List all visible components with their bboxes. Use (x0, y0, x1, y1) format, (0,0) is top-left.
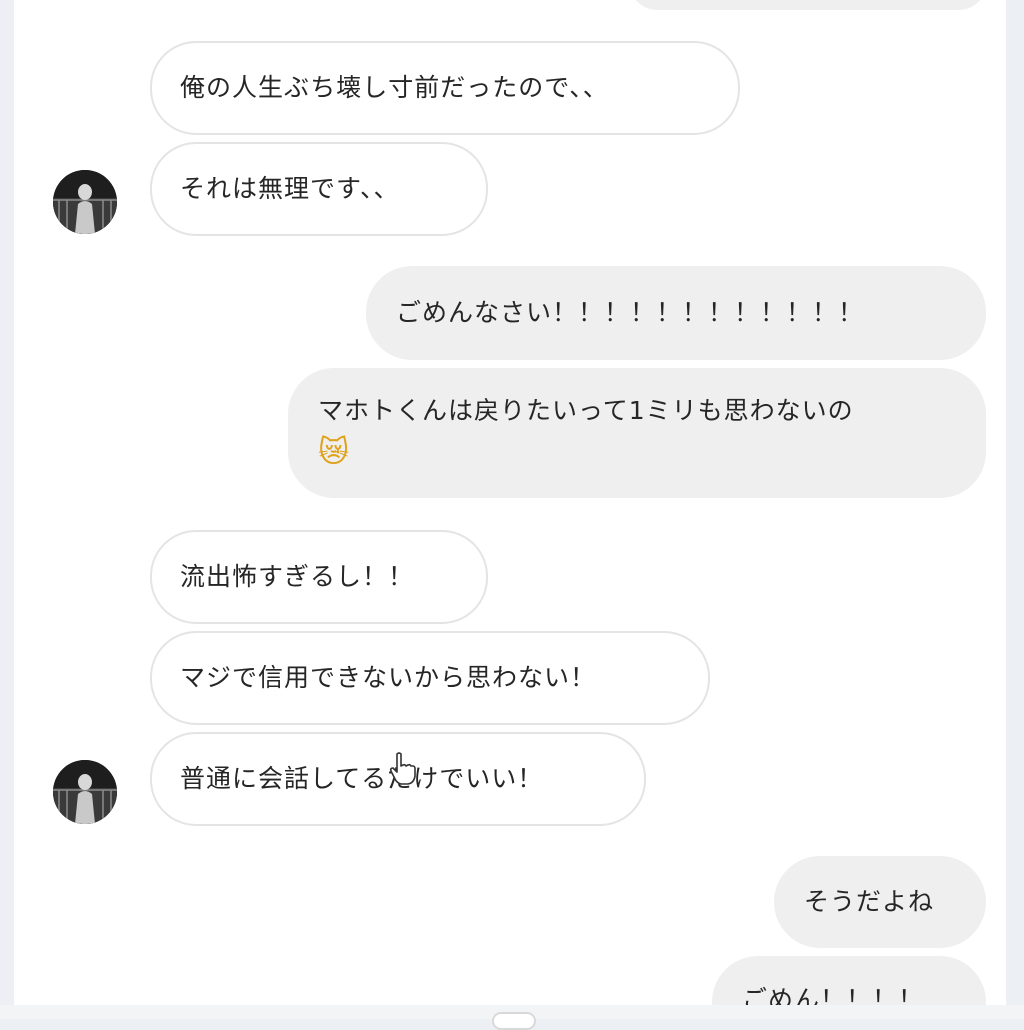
chat-thread: 俺の人生ぶち壊し寸前だったので、、 それは無理です、、 ごめんなさい！！！！！！… (14, 0, 1006, 1008)
message-bubble-outgoing[interactable]: そうだよね (774, 856, 986, 948)
message-bubble-outgoing[interactable]: ごめん！！！！ (712, 956, 986, 1008)
message-text: マジで信用できないから思わない！ (180, 663, 597, 692)
message-text: ごめん！！！！ (742, 985, 925, 1008)
message-text: ごめんなさい！！！！！！！！！！！！ (396, 298, 865, 327)
avatar[interactable] (53, 170, 117, 234)
message-text: マホトくんは戻りたいって1ミリも思わないの (318, 396, 854, 425)
avatar[interactable] (53, 760, 117, 824)
message-text: それは無理です、、 (180, 174, 400, 203)
contact-avatar-image (53, 170, 117, 234)
contact-avatar-image (53, 760, 117, 824)
crying-cat-emoji: 😿 (318, 435, 351, 470)
message-bubble-outgoing-cut[interactable] (628, 0, 988, 10)
message-bubble-outgoing[interactable]: ごめんなさい！！！！！！！！！！！！ (366, 266, 986, 360)
message-bubble-incoming[interactable]: それは無理です、、 (150, 142, 488, 236)
message-text: そうだよね (804, 887, 935, 916)
message-text: 俺の人生ぶち壊し寸前だったので、、 (180, 73, 609, 102)
message-bubble-incoming[interactable]: マジで信用できないから思わない！ (150, 631, 710, 725)
home-indicator[interactable] (492, 1012, 536, 1030)
message-text: 普通に会話してるだけでいい！ (180, 764, 544, 793)
message-bubble-outgoing[interactable]: マホトくんは戻りたいって1ミリも思わないの 😿 (288, 368, 986, 498)
message-bubble-incoming[interactable]: 流出怖すぎるし！！ (150, 530, 488, 624)
hand-pointer-icon (389, 752, 416, 785)
message-text: 流出怖すぎるし！！ (180, 562, 415, 591)
message-bubble-incoming[interactable]: 俺の人生ぶち壊し寸前だったので、、 (150, 41, 740, 135)
